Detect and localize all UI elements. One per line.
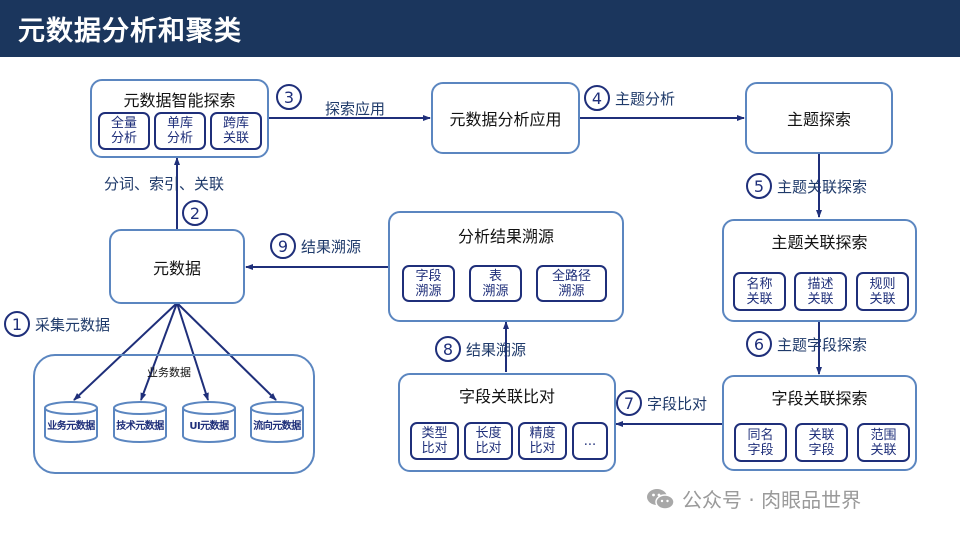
database-icon[interactable]: 流向元数据 xyxy=(250,400,304,444)
step-number-badge: 7 xyxy=(616,390,642,416)
analysis-app-node[interactable]: 元数据分析应用 xyxy=(431,82,580,154)
step-label: 主题分析 xyxy=(615,89,676,108)
watermark-text: 公众号 · 肉眼品世界 xyxy=(682,488,862,512)
step-label: 主题字段探索 xyxy=(777,335,868,354)
step-9: 9 结果溯源 xyxy=(270,233,361,259)
node-title: 主题探索 xyxy=(786,110,851,129)
topic-explore-node[interactable]: 主题探索 xyxy=(745,82,893,154)
node-title: 元数据 xyxy=(152,258,201,278)
edge-label-explore-app: 探索应用 xyxy=(325,100,386,118)
database-icon[interactable]: 技术元数据 xyxy=(113,400,167,444)
database-icon[interactable]: UI元数据 xyxy=(182,400,236,444)
step-label: 主题关联探索 xyxy=(777,177,868,196)
edge-label-tokenize: 分词、索引、关联 xyxy=(104,175,225,193)
group-title: 业务数据 xyxy=(147,366,191,379)
database-label: 业务元数据 xyxy=(47,421,95,432)
step-number-badge: 9 xyxy=(270,233,296,259)
step-number-badge: 6 xyxy=(746,331,772,357)
step-4: 4 主题分析 xyxy=(584,85,675,111)
sub-item[interactable]: 关联 字段 xyxy=(795,423,848,462)
sub-item[interactable]: 全量 分析 xyxy=(98,112,150,150)
sub-item[interactable]: 表 溯源 xyxy=(469,265,522,302)
database-label: 技术元数据 xyxy=(116,421,164,432)
step-label: 字段比对 xyxy=(647,394,708,413)
step-2: 2 xyxy=(182,200,208,226)
sub-item[interactable]: 名称 关联 xyxy=(733,272,786,311)
node-title: 主题关联探索 xyxy=(771,233,868,252)
step-5: 5 主题关联探索 xyxy=(746,173,867,199)
step-7: 7 字段比对 xyxy=(616,390,707,416)
sub-item-more[interactable]: ... xyxy=(572,422,608,460)
step-number-badge: 8 xyxy=(435,336,461,362)
step-6: 6 主题字段探索 xyxy=(746,331,867,357)
result-trace-node[interactable]: 分析结果溯源 字段 溯源 表 溯源 全路径 溯源 xyxy=(388,211,624,322)
node-title: 元数据智能探索 xyxy=(123,91,236,110)
sub-item[interactable]: 类型 比对 xyxy=(410,422,459,460)
node-title: 分析结果溯源 xyxy=(457,227,554,246)
step-label: 结果溯源 xyxy=(301,237,362,256)
sub-item[interactable]: 长度 比对 xyxy=(464,422,513,460)
sub-item[interactable]: 精度 比对 xyxy=(518,422,567,460)
sub-item[interactable]: 字段 溯源 xyxy=(402,265,455,302)
sub-item[interactable]: 跨库 关联 xyxy=(210,112,262,150)
node-title: 元数据分析应用 xyxy=(449,110,562,129)
step-label: 采集元数据 xyxy=(35,315,111,334)
sub-item[interactable]: 描述 关联 xyxy=(794,272,847,311)
watermark: 公众号 · 肉眼品世界 xyxy=(646,484,861,513)
step-number-badge: 5 xyxy=(746,173,772,199)
field-compare-node[interactable]: 字段关联比对 类型 比对 长度 比对 精度 比对 ... xyxy=(398,373,616,472)
step-number-badge: 1 xyxy=(4,311,30,337)
sub-item[interactable]: 规则 关联 xyxy=(856,272,909,311)
metadata-node[interactable]: 元数据 xyxy=(109,229,245,304)
step-1: 1 采集元数据 xyxy=(4,311,110,337)
node-title: 字段关联比对 xyxy=(458,387,555,406)
wechat-icon xyxy=(647,488,675,510)
database-label: UI元数据 xyxy=(189,421,229,432)
database-label: 流向元数据 xyxy=(253,421,301,432)
step-number-badge: 4 xyxy=(584,85,610,111)
topic-relation-node[interactable]: 主题关联探索 名称 关联 描述 关联 规则 关联 xyxy=(722,219,917,322)
sub-item[interactable]: 同名 字段 xyxy=(734,423,787,462)
step-8: 8 结果溯源 xyxy=(435,336,526,362)
step-3: 3 xyxy=(276,84,302,110)
sub-item[interactable]: 单库 分析 xyxy=(154,112,206,150)
node-title: 字段关联探索 xyxy=(771,389,868,408)
smart-explore-node[interactable]: 元数据智能探索 全量 分析 单库 分析 跨库 关联 xyxy=(90,79,269,158)
step-label: 结果溯源 xyxy=(466,340,527,359)
step-number-badge: 2 xyxy=(182,200,208,226)
database-icon[interactable]: 业务元数据 xyxy=(44,400,98,444)
sub-item[interactable]: 范围 关联 xyxy=(857,423,910,462)
step-number-badge: 3 xyxy=(276,84,302,110)
field-relation-explore-node[interactable]: 字段关联探索 同名 字段 关联 字段 范围 关联 xyxy=(722,375,917,471)
sub-item[interactable]: 全路径 溯源 xyxy=(536,265,607,302)
